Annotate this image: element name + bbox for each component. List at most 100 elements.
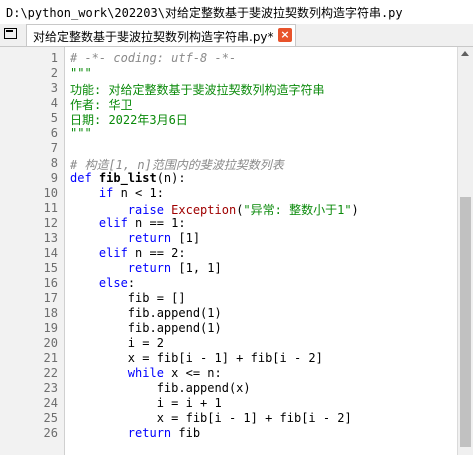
scroll-up-arrow-icon[interactable] [461,51,469,56]
code-token: [1, 1] [171,261,222,275]
code-token: i = 2 [70,336,164,350]
line-number: 17 [43,291,58,305]
code-token: fib_list [98,171,157,185]
line-number: 1 [50,51,58,65]
code-token: raise [127,203,172,217]
tab-bar: 对给定整数基于斐波拉契数列构造字符串.py* × [0,24,473,47]
line-number: 24 [43,396,58,410]
code-token: elif [98,216,128,230]
code-line[interactable]: else: [70,276,135,290]
line-number: 23 [43,381,58,395]
code-line[interactable]: """ [70,66,92,80]
code-token: x = fib[i - 1] + fib[i - 2] [70,351,323,365]
code-line[interactable]: i = 2 [70,336,164,350]
code-line[interactable]: i = i + 1 [70,396,222,410]
code-line[interactable]: return fib [70,426,200,440]
scrollbar-thumb[interactable] [460,197,471,447]
line-number: 16 [43,276,58,290]
code-line[interactable]: def fib_list(n): [70,171,186,185]
code-token: n < 1: [113,186,164,200]
line-number: 12 [43,216,58,230]
code-line[interactable]: x = fib[i - 1] + fib[i - 2] [70,351,323,365]
code-token: fib [171,426,201,440]
code-token: return [127,426,172,440]
line-number: 8 [50,156,58,170]
code-token: while [127,366,164,380]
code-line[interactable]: while x <= n: [70,366,222,380]
vertical-scrollbar[interactable] [457,47,473,455]
code-token: def [70,171,99,185]
line-number: 5 [50,111,58,125]
window-title: D:\python_work\202203\对给定整数基于斐波拉契数列构造字符串… [6,6,403,20]
code-line[interactable]: if n < 1: [70,186,164,200]
code-line[interactable]: elif n == 1: [70,216,186,230]
line-number: 2 [50,66,58,80]
line-number: 22 [43,366,58,380]
line-number: 26 [43,426,58,440]
code-token: ) [351,203,359,217]
code-token: Exception [171,203,237,217]
code-line[interactable]: x = fib[i - 1] + fib[i - 2] [70,411,352,425]
window-title-bar: D:\python_work\202203\对给定整数基于斐波拉契数列构造字符串… [0,0,473,24]
code-token: : [127,276,136,290]
code-line[interactable]: """ [70,126,92,140]
line-number: 6 [50,126,58,140]
code-line[interactable]: elif n == 2: [70,246,186,260]
code-editor[interactable]: 1 2 3 4 5 6 7 8 9 10 11 12 13 14 15 16 17 18 19 20 21 22 23 24 2… [0,47,457,455]
line-number: 14 [43,246,58,260]
code-token: fib.append(x) [70,381,251,395]
line-number: 13 [43,231,58,245]
tab-label: 对给定整数基于斐波拉契数列构造字符串.py* [33,30,274,44]
code-token: 功能: 对给定整数基于斐波拉契数列构造字符串 [70,83,325,97]
code-token: x = fib[i - 1] + fib[i - 2] [70,411,352,425]
line-number: 25 [43,411,58,425]
code-token: # -*- coding: utf-8 -*- [70,51,237,65]
code-line[interactable]: return [1] [70,231,200,245]
code-token: x <= n: [163,366,222,380]
code-token: return [127,231,172,245]
line-number: 21 [43,351,58,365]
code-token: fib.append(1) [70,306,222,320]
code-token: elif [98,246,128,260]
code-line[interactable]: fib.append(1) [70,321,222,335]
code-token: fib.append(1) [70,321,222,335]
code-token: else [98,276,128,290]
code-token: """ [70,66,92,80]
code-token: n == 1: [127,216,186,230]
line-number: 11 [43,201,58,215]
line-number: 20 [43,336,58,350]
code-line[interactable]: fib.append(1) [70,306,222,320]
code-line[interactable]: # -*- coding: utf-8 -*- [70,51,236,65]
tab-active-file[interactable]: 对给定整数基于斐波拉契数列构造字符串.py* × [26,24,296,46]
code-token: return [127,261,172,275]
code-token: fib = [] [70,291,186,305]
window-list-icon[interactable] [4,28,17,39]
code-token: "异常: 整数小于1" [243,203,352,217]
code-token: 日期: 2022年3月6日 [70,113,188,127]
code-line[interactable]: fib = [] [70,291,186,305]
line-number: 19 [43,321,58,335]
line-number: 7 [50,141,58,155]
code-token: n == 2: [127,246,186,260]
code-line[interactable]: return [1, 1] [70,261,222,275]
line-number: 15 [43,261,58,275]
line-number: 4 [50,96,58,110]
code-token: 作者: 华卫 [70,98,133,112]
line-number: 18 [43,306,58,320]
line-number: 9 [50,171,58,185]
code-token: # 构造[1, n]范围内的斐波拉契数列表 [70,158,284,172]
line-number-gutter: 1 2 3 4 5 6 7 8 9 10 11 12 13 14 15 16 17 18 19 20 21 22 23 24 2… [0,47,65,455]
code-token: """ [70,126,92,140]
line-number: 3 [50,81,58,95]
close-icon[interactable]: × [278,28,292,42]
code-line[interactable]: fib.append(x) [70,381,251,395]
